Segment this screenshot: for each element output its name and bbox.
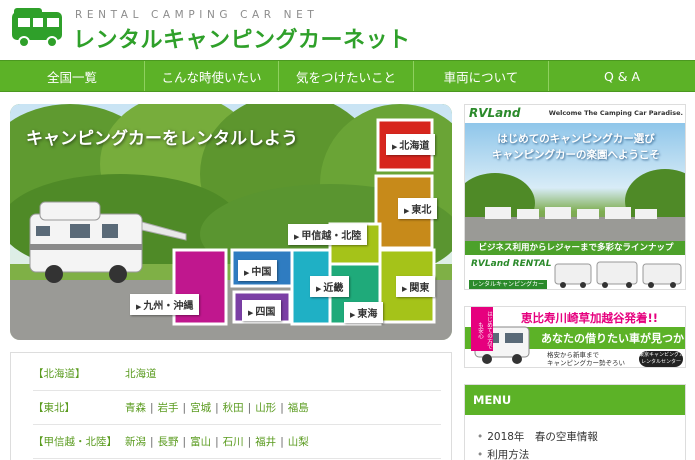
region-row-hokkaido: 【北海道】 北海道 xyxy=(33,357,441,391)
region-label-text: 中国 xyxy=(251,267,272,278)
rental-vehicles-icon xyxy=(554,261,682,288)
region-link-tokai[interactable]: ▶ 東海 xyxy=(344,302,384,323)
tokyo-small-1: 格安から新車まで xyxy=(547,351,599,359)
pref-link[interactable]: 山形 xyxy=(255,400,276,415)
tokyo-headline: あなたの借りたい車が見つかる! xyxy=(541,332,686,345)
tokyo-small-2: キャンピングカー勢ぞろい xyxy=(547,359,625,367)
logo-subtitle: RENTAL CAMPING CAR NET xyxy=(75,9,319,21)
pref-link[interactable]: 新潟 xyxy=(125,434,146,449)
pref-link[interactable]: 長野 xyxy=(158,434,179,449)
camping-car-logo-icon[interactable] xyxy=(10,6,68,50)
region-prefecture-list: 【北海道】 北海道 【東北】 青森 | 岩手 | 宮城 | 秋田 | 山形 | 福島 【甲… xyxy=(10,352,452,460)
region-link-kinki[interactable]: ▶ 近畿 xyxy=(310,276,350,297)
tokyo-locations: 恵比寿川崎草加越谷発着!! xyxy=(521,311,658,325)
main-nav: 全国一覧 こんな時使いたい 気をつけたいこと 車両について Q & A xyxy=(0,60,695,92)
pref-link[interactable]: 山梨 xyxy=(288,434,309,449)
arrow-right-icon: ▶ xyxy=(350,311,356,319)
region-link-shikoku[interactable]: ▶ 四国 xyxy=(242,300,282,321)
tokyo-ribbon: はじめての方でも安心 xyxy=(471,307,493,351)
nav-item-all[interactable]: 全国一覧 xyxy=(0,61,145,91)
pref-link[interactable]: 青森 xyxy=(125,400,146,415)
nav-item-use-cases[interactable]: こんな時使いたい xyxy=(145,61,279,91)
pref-link[interactable]: 福島 xyxy=(288,400,309,415)
region-row-koshinetsu-hokuriku: 【甲信越・北陸】 新潟 | 長野 | 富山 | 石川 | 福井 | 山梨 xyxy=(33,425,441,459)
tokyo-rental-banner-ad[interactable]: はじめての方でも安心 恵比寿川崎草加越谷発着!! あなたの借りたい車が見つかる!… xyxy=(464,306,686,368)
region-link-hokkaido[interactable]: ▶ 北海道 xyxy=(386,134,436,155)
region-label-text: 関東 xyxy=(409,283,430,294)
rvland-rental-tag: レンタルキャンピングカー xyxy=(469,280,547,289)
nav-item-qa[interactable]: Q & A xyxy=(549,61,695,91)
region-link-chugoku[interactable]: ▶ 中国 xyxy=(238,260,278,281)
pref-link[interactable]: 福井 xyxy=(255,434,276,449)
region-label-text: 甲信越・北陸 xyxy=(301,231,362,242)
pref-link[interactable]: 石川 xyxy=(223,434,244,449)
rvland-banner-ad[interactable]: RVLand Welcome The Camping Car Paradise.… xyxy=(464,104,686,290)
region-row-tohoku: 【東北】 青森 | 岩手 | 宮城 | 秋田 | 山形 | 福島 xyxy=(33,391,441,425)
arrow-right-icon: ▶ xyxy=(136,303,142,311)
menu-title: MENU xyxy=(465,385,685,415)
rvland-headline-2: キャンピングカーの楽園へようこそ xyxy=(492,149,660,161)
arrow-right-icon: ▶ xyxy=(294,233,300,241)
rvland-tagline: ビジネス利用からレジャーまで多彩なラインナップ xyxy=(465,241,685,255)
region-label-text: 東海 xyxy=(357,309,378,320)
nav-item-vehicles[interactable]: 車両について xyxy=(414,61,549,91)
region-name: 【東北】 xyxy=(33,402,75,414)
rvland-logo: RVLand xyxy=(469,106,521,120)
rvland-rental-logo: RVLand RENTAL xyxy=(471,259,552,269)
region-link-kanto[interactable]: ▶ 関東 xyxy=(396,276,436,297)
region-link-kyushu-okinawa[interactable]: ▶ 九州・沖縄 xyxy=(130,294,200,315)
hero-banner: キャンピングカーをレンタルしよう ▶ 北海道 ▶ 東北 ▶ 甲信越・北陸 ▶ 中国 ▶ 近… xyxy=(10,104,452,340)
region-label-text: 九州・沖縄 xyxy=(143,301,194,312)
pref-link[interactable]: 富山 xyxy=(190,434,211,449)
region-name: 【北海道】 xyxy=(33,368,86,380)
region-label-text: 東北 xyxy=(411,205,432,216)
arrow-right-icon: ▶ xyxy=(248,309,254,317)
hero-title: キャンピングカーをレンタルしよう xyxy=(26,129,298,149)
region-link-koshinetsu-hokuriku[interactable]: ▶ 甲信越・北陸 xyxy=(288,224,368,245)
tokyo-center-badge: 東京キャンピングカー レンタルセンター xyxy=(639,351,686,367)
pref-link[interactable]: 宮城 xyxy=(190,400,211,415)
sidebar-menu: MENU • 2018年 春の空車情報 • 利用方法 xyxy=(464,384,686,460)
rvland-welcome-text: Welcome The Camping Car Paradise. xyxy=(548,109,683,117)
arrow-right-icon: ▶ xyxy=(244,269,250,277)
arrow-right-icon: ▶ xyxy=(316,285,322,293)
menu-item-spring-vacancy[interactable]: • 2018年 春の空車情報 xyxy=(477,429,598,444)
arrow-right-icon: ▶ xyxy=(392,143,398,151)
region-link-tohoku[interactable]: ▶ 東北 xyxy=(398,198,438,219)
menu-item-how-to-use[interactable]: • 利用方法 xyxy=(477,447,529,460)
region-name: 【甲信越・北陸】 xyxy=(33,436,117,448)
rvland-headline-1: はじめてのキャンピングカー選び xyxy=(497,133,655,145)
pref-link[interactable]: 秋田 xyxy=(223,400,244,415)
site-header: RENTAL CAMPING CAR NET レンタルキャンピングカーネット xyxy=(0,0,695,60)
region-label-text: 近畿 xyxy=(323,283,344,294)
arrow-right-icon: ▶ xyxy=(404,207,410,215)
bullet-icon: • xyxy=(477,449,484,460)
pref-link[interactable]: 岩手 xyxy=(158,400,179,415)
bullet-icon: • xyxy=(477,431,484,443)
logo-title[interactable]: レンタルキャンピングカーネット xyxy=(73,22,411,54)
arrow-right-icon: ▶ xyxy=(402,285,408,293)
region-label-text: 北海道 xyxy=(399,141,430,152)
nav-item-cautions[interactable]: 気をつけたいこと xyxy=(279,61,414,91)
region-label-text: 四国 xyxy=(255,307,276,318)
pref-link[interactable]: 北海道 xyxy=(125,366,157,381)
